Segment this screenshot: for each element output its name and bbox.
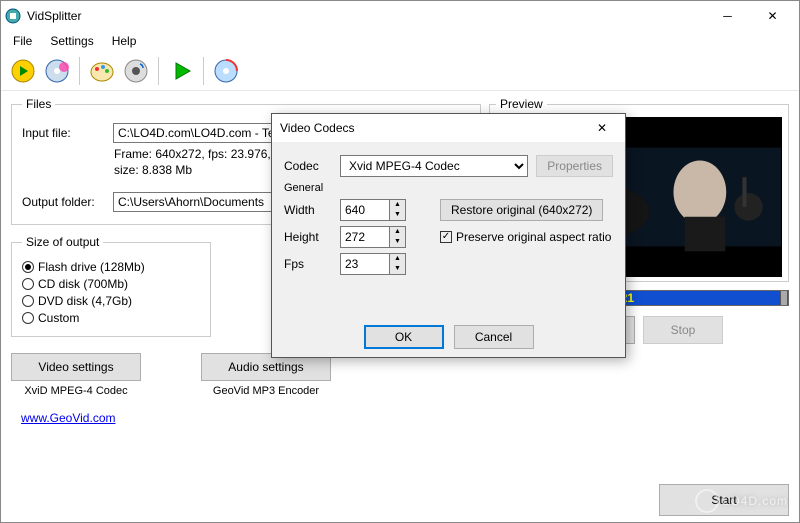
palette-icon[interactable]	[88, 57, 116, 85]
radio-icon	[22, 278, 34, 290]
cd-media-icon[interactable]	[43, 57, 71, 85]
fps-label: Fps	[284, 257, 332, 271]
dialog-buttons: OK Cancel	[272, 317, 625, 357]
ok-button[interactable]: OK	[364, 325, 444, 349]
video-settings-button[interactable]: Video settings	[11, 353, 141, 381]
radio-flash[interactable]: Flash drive (128Mb)	[22, 260, 200, 274]
watermark: LO4D.com	[695, 489, 788, 513]
width-input[interactable]	[340, 199, 390, 221]
toolbar-separator	[203, 57, 204, 85]
stop-button: Stop	[643, 316, 723, 344]
spin-down-icon[interactable]: ▼	[390, 237, 405, 247]
properties-button: Properties	[536, 155, 613, 177]
height-spinner[interactable]: ▲▼	[340, 226, 406, 248]
dialog-title: Video Codecs	[280, 121, 587, 135]
preview-legend: Preview	[496, 97, 547, 111]
dialog-body: Codec Xvid MPEG-4 Codec Properties Gener…	[272, 142, 625, 317]
window-title: VidSplitter	[27, 9, 705, 23]
width-label: Width	[284, 203, 332, 217]
general-heading: General	[284, 182, 613, 194]
video-codecs-dialog: Video Codecs ✕ Codec Xvid MPEG-4 Codec P…	[271, 113, 626, 358]
timeline-handle-right[interactable]	[780, 291, 788, 305]
radio-icon	[22, 261, 34, 273]
height-input[interactable]	[340, 226, 390, 248]
window-controls: ─ ✕	[705, 2, 795, 30]
checkbox-icon: ✓	[440, 231, 452, 243]
spin-up-icon[interactable]: ▲	[390, 227, 405, 237]
height-label: Height	[284, 230, 332, 244]
audio-codec-caption: GeoVid MP3 Encoder	[201, 385, 331, 397]
geovid-link[interactable]: www.GeoVid.com	[21, 411, 481, 425]
radio-icon	[22, 295, 34, 307]
dialog-close-button[interactable]: ✕	[587, 121, 617, 135]
toolbar-separator	[158, 57, 159, 85]
codec-label: Codec	[284, 159, 332, 173]
size-group: Size of output Flash drive (128Mb) CD di…	[11, 235, 211, 337]
app-icon	[5, 8, 21, 24]
minimize-button[interactable]: ─	[705, 2, 750, 30]
preserve-aspect-checkbox[interactable]: ✓ Preserve original aspect ratio	[440, 230, 611, 244]
spin-up-icon[interactable]: ▲	[390, 200, 405, 210]
output-folder-label: Output folder:	[22, 195, 107, 209]
disc-icon[interactable]	[212, 57, 240, 85]
spin-up-icon[interactable]: ▲	[390, 254, 405, 264]
restore-original-button[interactable]: Restore original (640x272)	[440, 199, 603, 221]
radio-cd[interactable]: CD disk (700Mb)	[22, 277, 200, 291]
width-spinner[interactable]: ▲▼	[340, 199, 406, 221]
radio-custom[interactable]: Custom	[22, 311, 200, 325]
video-codec-caption: XviD MPEG-4 Codec	[11, 385, 141, 397]
radio-dvd[interactable]: DVD disk (4,7Gb)	[22, 294, 200, 308]
globe-icon	[695, 489, 719, 513]
fps-input[interactable]	[340, 253, 390, 275]
radio-icon	[22, 312, 34, 324]
spin-down-icon[interactable]: ▼	[390, 264, 405, 274]
cancel-button[interactable]: Cancel	[454, 325, 534, 349]
play-media-icon[interactable]	[9, 57, 37, 85]
toolbar-separator	[79, 57, 80, 85]
titlebar: VidSplitter ─ ✕	[1, 1, 799, 31]
run-icon[interactable]	[167, 57, 195, 85]
input-file-label: Input file:	[22, 126, 107, 140]
files-legend: Files	[22, 97, 55, 111]
menubar: File Settings Help	[1, 31, 799, 51]
codec-select[interactable]: Xvid MPEG-4 Codec	[340, 155, 528, 177]
dialog-titlebar: Video Codecs ✕	[272, 114, 625, 142]
audio-icon[interactable]	[122, 57, 150, 85]
menu-settings[interactable]: Settings	[44, 32, 99, 50]
toolbar	[1, 51, 799, 91]
size-legend: Size of output	[22, 235, 103, 249]
menu-file[interactable]: File	[7, 32, 38, 50]
fps-spinner[interactable]: ▲▼	[340, 253, 406, 275]
close-button[interactable]: ✕	[750, 2, 795, 30]
spin-down-icon[interactable]: ▼	[390, 210, 405, 220]
menu-help[interactable]: Help	[106, 32, 143, 50]
